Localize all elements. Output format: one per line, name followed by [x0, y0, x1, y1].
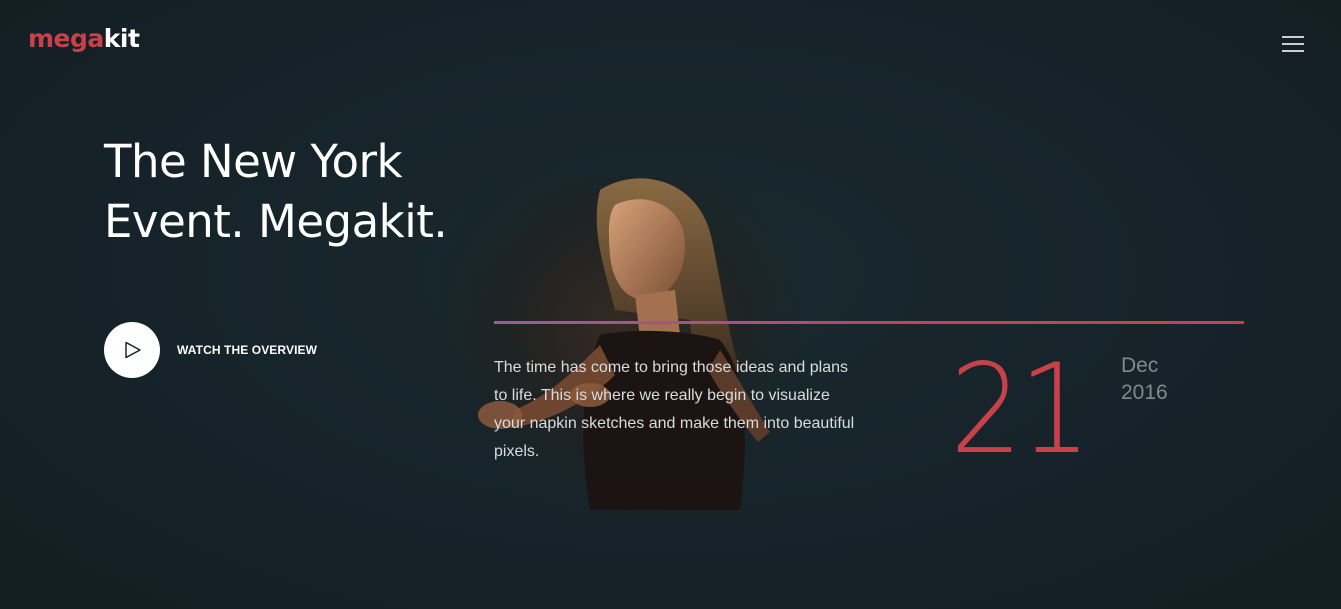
hamburger-icon[interactable]	[1276, 30, 1310, 58]
watch-overview-label[interactable]: WATCH THE OVERVIEW	[177, 343, 317, 357]
play-icon	[125, 341, 141, 359]
event-month: Dec	[1121, 354, 1159, 377]
event-description: The time has come to bring those ideas a…	[494, 359, 855, 460]
logo-kit-text: kit	[103, 24, 140, 53]
megakit-logo[interactable]: megakit	[28, 24, 140, 53]
headline-line-1: The New York	[104, 135, 403, 188]
event-year: 2016	[1121, 381, 1168, 404]
logo-mega-text: mega	[28, 24, 104, 53]
watch-overview-button[interactable]: WATCH THE OVERVIEW	[104, 322, 317, 378]
headline-line-2: Event. Megakit.	[104, 195, 448, 248]
gradient-divider	[494, 321, 1244, 324]
hero-headline: The New York Event. Megakit.	[104, 132, 524, 252]
play-button[interactable]	[104, 322, 160, 378]
event-day: 21	[950, 338, 1091, 482]
hero-section: megakit The New York Event. Megakit. WAT…	[0, 0, 1341, 609]
